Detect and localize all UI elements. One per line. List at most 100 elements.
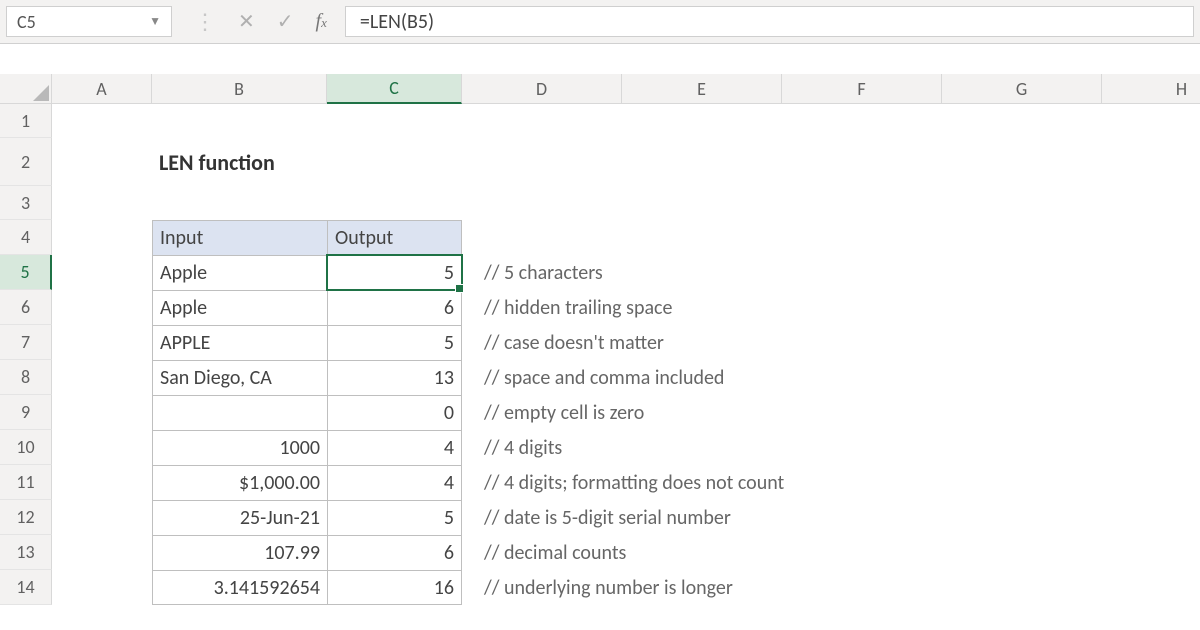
comment-row-8[interactable]: // space and comma included <box>462 360 1200 395</box>
table-header-input[interactable]: Input <box>152 220 327 255</box>
comment-row-11[interactable]: // 4 digits; formatting does not count <box>462 465 1200 500</box>
row-head-14[interactable]: 14 <box>0 570 52 605</box>
cell-B1[interactable] <box>152 104 327 138</box>
cell-A14[interactable] <box>52 570 152 605</box>
cell-H1[interactable] <box>1102 104 1200 138</box>
cell-C6[interactable]: 6 <box>327 290 462 325</box>
cell-C1[interactable] <box>327 104 462 138</box>
cancel-icon[interactable]: ✕ <box>238 9 255 34</box>
cell-A6[interactable] <box>52 290 152 325</box>
row-head-12[interactable]: 12 <box>0 500 52 535</box>
row-head-11[interactable]: 11 <box>0 465 52 500</box>
row-head-5[interactable]: 5 <box>0 255 52 290</box>
col-head-E[interactable]: E <box>622 74 782 104</box>
cell-C12[interactable]: 5 <box>327 500 462 535</box>
col-head-A[interactable]: A <box>52 74 152 104</box>
cell-C5-selected[interactable]: 5 <box>327 255 462 290</box>
cell-B6[interactable]: Apple <box>152 290 327 325</box>
row-head-4[interactable]: 4 <box>0 220 52 255</box>
cell-C11[interactable]: 4 <box>327 465 462 500</box>
comment-row-7[interactable]: // case doesn't matter <box>462 325 1200 360</box>
cell-C13[interactable]: 6 <box>327 535 462 570</box>
cell-C14[interactable]: 16 <box>327 570 462 605</box>
row-head-8[interactable]: 8 <box>0 360 52 395</box>
cell-D2[interactable] <box>462 138 622 186</box>
cell-B8[interactable]: San Diego, CA <box>152 360 327 395</box>
cell-G3[interactable] <box>942 186 1102 220</box>
row-head-1[interactable]: 1 <box>0 104 52 138</box>
cell-G2[interactable] <box>942 138 1102 186</box>
select-all-triangle[interactable] <box>0 74 52 104</box>
comment-row-6[interactable]: // hidden trailing space <box>462 290 1200 325</box>
row-head-9[interactable]: 9 <box>0 395 52 430</box>
col-head-C[interactable]: C <box>327 74 462 104</box>
comment-row-9[interactable]: // empty cell is zero <box>462 395 1200 430</box>
cell-B9[interactable] <box>152 395 327 430</box>
chevron-down-icon[interactable]: ▼ <box>149 14 161 29</box>
cell-B11[interactable]: $1,000.00 <box>152 465 327 500</box>
cell-E2[interactable] <box>622 138 782 186</box>
comment-row-12[interactable]: // date is 5-digit serial number <box>462 500 1200 535</box>
cell-C7[interactable]: 5 <box>327 325 462 360</box>
row-head-2[interactable]: 2 <box>0 138 52 186</box>
cell-F3[interactable] <box>782 186 942 220</box>
cell-E3[interactable] <box>622 186 782 220</box>
formula-input[interactable]: =LEN(B5) <box>345 6 1194 37</box>
fx-icon[interactable]: fx <box>316 10 327 33</box>
comment-row-5[interactable]: // 5 characters <box>462 255 1200 290</box>
cell-A10[interactable] <box>52 430 152 465</box>
cell-H4[interactable] <box>1102 220 1200 255</box>
comment-row-10[interactable]: // 4 digits <box>462 430 1200 465</box>
cell-C3[interactable] <box>327 186 462 220</box>
cell-A4[interactable] <box>52 220 152 255</box>
spreadsheet-grid[interactable]: A B C D E F G H 1 2 LEN function 3 4 Inp… <box>0 74 1200 605</box>
cell-G1[interactable] <box>942 104 1102 138</box>
col-head-F[interactable]: F <box>782 74 942 104</box>
col-head-H[interactable]: H <box>1102 74 1200 104</box>
col-head-G[interactable]: G <box>942 74 1102 104</box>
cell-D3[interactable] <box>462 186 622 220</box>
cell-B14[interactable]: 3.141592654 <box>152 570 327 605</box>
comment-row-13[interactable]: // decimal counts <box>462 535 1200 570</box>
cell-A9[interactable] <box>52 395 152 430</box>
cell-A8[interactable] <box>52 360 152 395</box>
cell-D4[interactable] <box>462 220 622 255</box>
cell-A7[interactable] <box>52 325 152 360</box>
cell-A5[interactable] <box>52 255 152 290</box>
cell-F2[interactable] <box>782 138 942 186</box>
cell-A1[interactable] <box>52 104 152 138</box>
cell-B12[interactable]: 25-Jun-21 <box>152 500 327 535</box>
cell-H3[interactable] <box>1102 186 1200 220</box>
cell-D1[interactable] <box>462 104 622 138</box>
cell-F4[interactable] <box>782 220 942 255</box>
name-box[interactable]: C5 ▼ <box>6 6 172 37</box>
cell-H2[interactable] <box>1102 138 1200 186</box>
row-head-3[interactable]: 3 <box>0 186 52 220</box>
cell-B13[interactable]: 107.99 <box>152 535 327 570</box>
row-head-6[interactable]: 6 <box>0 290 52 325</box>
row-head-13[interactable]: 13 <box>0 535 52 570</box>
row-head-7[interactable]: 7 <box>0 325 52 360</box>
cell-A2[interactable] <box>52 138 152 186</box>
cell-C9[interactable]: 0 <box>327 395 462 430</box>
cell-E1[interactable] <box>622 104 782 138</box>
cell-A11[interactable] <box>52 465 152 500</box>
cell-B5[interactable]: Apple <box>152 255 327 290</box>
cell-B3[interactable] <box>152 186 327 220</box>
col-head-D[interactable]: D <box>462 74 622 104</box>
cell-C10[interactable]: 4 <box>327 430 462 465</box>
cell-A13[interactable] <box>52 535 152 570</box>
page-title[interactable]: LEN function <box>152 138 462 186</box>
cell-G4[interactable] <box>942 220 1102 255</box>
enter-icon[interactable]: ✓ <box>277 9 294 34</box>
row-head-10[interactable]: 10 <box>0 430 52 465</box>
comment-row-14[interactable]: // underlying number is longer <box>462 570 1200 605</box>
cell-A3[interactable] <box>52 186 152 220</box>
col-head-B[interactable]: B <box>152 74 327 104</box>
cell-B10[interactable]: 1000 <box>152 430 327 465</box>
cell-E4[interactable] <box>622 220 782 255</box>
cell-B7[interactable]: APPLE <box>152 325 327 360</box>
cell-F1[interactable] <box>782 104 942 138</box>
table-header-output[interactable]: Output <box>327 220 462 255</box>
cell-A12[interactable] <box>52 500 152 535</box>
